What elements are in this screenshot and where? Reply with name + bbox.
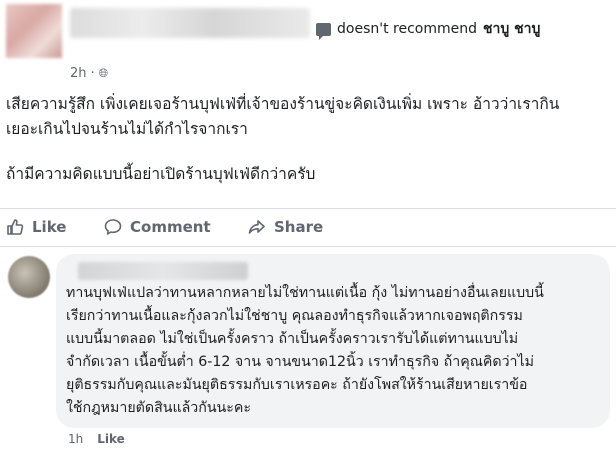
like-label: Like: [32, 218, 67, 236]
comment-button[interactable]: Comment: [104, 218, 211, 236]
post-time[interactable]: 2h: [70, 66, 87, 81]
poster-name-redacted: [70, 8, 310, 38]
page-name-link[interactable]: ชาบู ชาบู: [483, 18, 540, 40]
comment-line: แบบนี้มาตลอด ไม่ใช่เป็นครั้งคราว ถ้าเป็น…: [66, 331, 519, 347]
divider: [0, 246, 616, 247]
comment-text: ทานบุฟเฟ่แปลว่าทานหลากหลายไม่ใช่ทานแต่เน…: [66, 282, 606, 420]
comment-line: เรียกว่าทานเนื้อและกุ้งลวกไม่ใช่ชาบู คุณ…: [66, 308, 523, 324]
share-label: Share: [274, 218, 324, 236]
post-line: เสียความรู้สึก เพิ่งเคยเจอร้านบุฟเฟ่ที่เ…: [6, 95, 560, 113]
comment-bubble-icon: [104, 219, 122, 235]
comment-like-link[interactable]: Like: [97, 432, 125, 446]
post-meta: 2h · 🌐︎: [70, 66, 109, 81]
share-arrow-icon: [248, 220, 265, 234]
globe-icon: 🌐︎: [98, 66, 109, 80]
comment-time[interactable]: 1h: [68, 432, 83, 446]
post-paragraph-2: ถ้ามีความคิดแบบนี้อย่าเปิดร้านบุฟเฟ่ดีกว…: [6, 165, 316, 183]
share-button[interactable]: Share: [248, 218, 323, 236]
poster-avatar[interactable]: [6, 4, 62, 58]
recommendation-line: doesn't recommend ชาบู ชาบู: [316, 18, 540, 40]
thumbs-up-icon: [7, 219, 24, 235]
comment-line: ยุติธรรมกับคุณและมันยุติธรรมกับเราเหรอคะ…: [66, 377, 528, 393]
post-actions: Like Comment Share: [0, 212, 616, 244]
recommendation-text: doesn't recommend: [337, 21, 477, 37]
like-button[interactable]: Like: [6, 218, 66, 236]
comment-line: ทานบุฟเฟ่แปลว่าทานหลากหลายไม่ใช่ทานแต่เน…: [66, 285, 544, 301]
review-flag-icon: [316, 22, 331, 40]
comment-line: ใช้กฎหมายตัดสินแล้วกันนะคะ: [66, 400, 251, 416]
comment-meta: 1h Like: [68, 432, 125, 446]
post-text: เสียความรู้สึก เพิ่งเคยเจอร้านบุฟเฟ่ที่เ…: [6, 92, 606, 187]
comment-label: Comment: [130, 218, 211, 236]
commenter-name-redacted: [78, 262, 248, 280]
commenter-avatar[interactable]: [8, 256, 50, 298]
comment-line: จำกัดเวลา เนื้อขั้นต่ำ 6-12 จาน จานขนาด1…: [66, 354, 534, 370]
post-line: เยอะเกินไปจนร้านไม่ได้กำไรจากเรา: [6, 120, 248, 138]
post-paragraph-1: เสียความรู้สึก เพิ่งเคยเจอร้านบุฟเฟ่ที่เ…: [6, 92, 606, 142]
divider: [0, 208, 616, 209]
